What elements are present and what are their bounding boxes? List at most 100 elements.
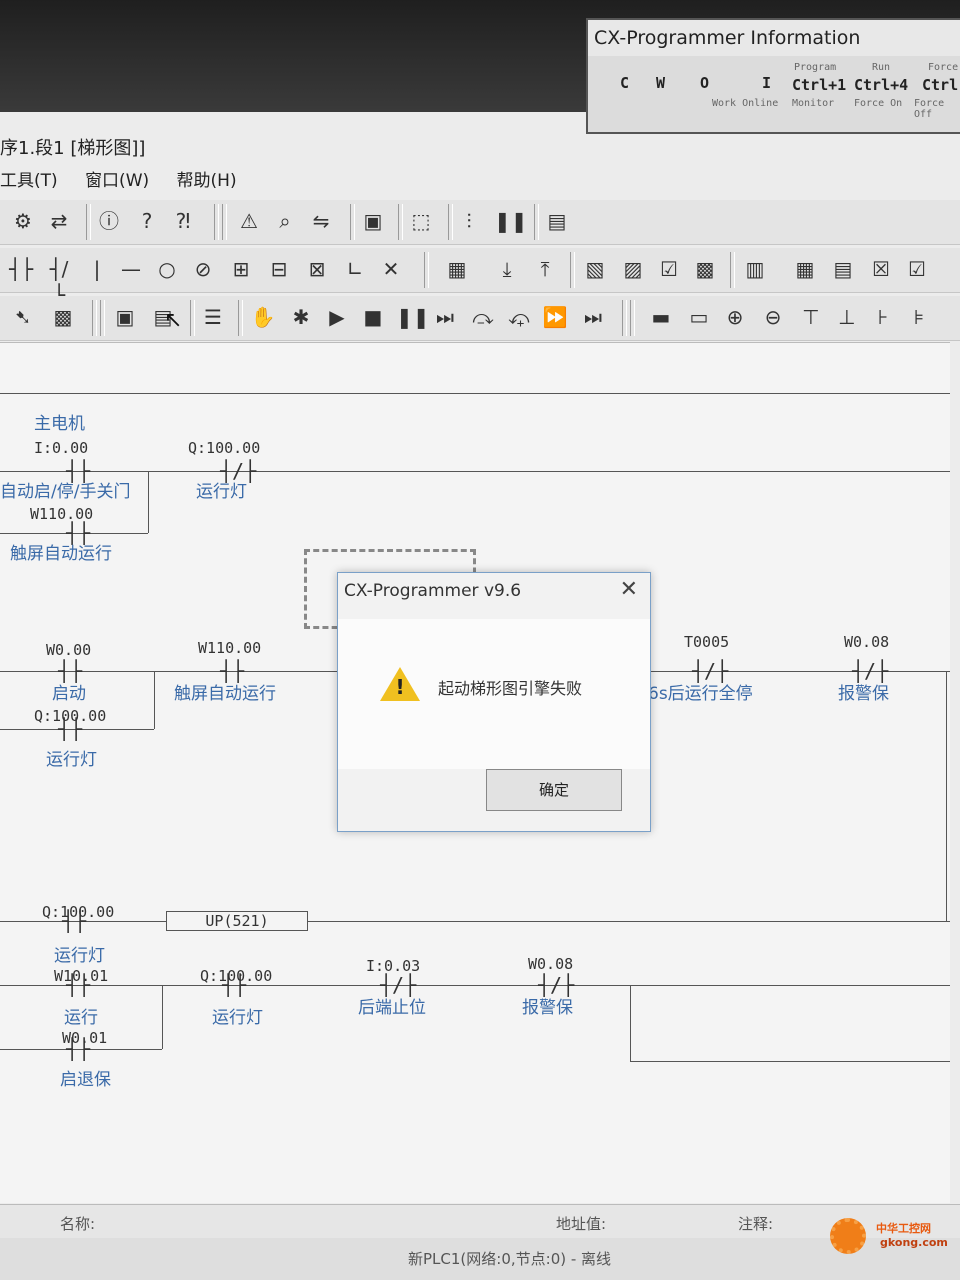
line-icon[interactable]: ∟ [342, 256, 368, 282]
delete-line-icon[interactable]: ✕ [378, 256, 404, 282]
online-icon[interactable]: ⬚ [408, 208, 434, 234]
grid-icon[interactable]: ▩ [50, 304, 76, 330]
rung-down-icon[interactable]: ⊧ [906, 304, 932, 330]
contact-no[interactable]: ┤├ [222, 975, 246, 995]
contact-nc[interactable]: ┤/├ [538, 975, 574, 995]
cross-ref-icon[interactable]: ▤ [830, 256, 856, 282]
list-icon[interactable]: ☰ [200, 304, 226, 330]
step-over-icon[interactable]: ⤼ [470, 304, 496, 330]
scan-icon[interactable]: ⏭ [580, 304, 606, 330]
run-icon[interactable]: ▶ [324, 304, 350, 330]
warning-toolbar-icon[interactable]: ⚠ [236, 208, 262, 234]
help-icon[interactable]: ? [134, 208, 160, 234]
warning-mark-icon: ! [395, 675, 405, 699]
verify-icon[interactable]: ▨ [620, 256, 646, 282]
program-icon[interactable]: ▤ [544, 208, 570, 234]
settings-icon[interactable]: ▩ [692, 256, 718, 282]
download-icon[interactable]: ⤓ [494, 256, 520, 282]
information-panel: CX-Programmer Information C W O I Progra… [586, 18, 960, 134]
contact-no-icon[interactable]: ┤├ [8, 256, 34, 282]
contact-address: I:0.00 [34, 439, 89, 457]
contact-address: W110.00 [198, 639, 262, 657]
contact-no[interactable]: ┤├ [66, 1039, 90, 1059]
edit-icon[interactable]: ☑ [904, 256, 930, 282]
ok-button[interactable]: 确定 [486, 769, 622, 811]
join-icon[interactable]: ⊥ [834, 304, 860, 330]
name-label: 名称: [60, 1215, 96, 1233]
contact-comment: 触屏自动运行 [10, 544, 112, 564]
contact-comment: 运行灯 [54, 946, 105, 966]
instruction-box[interactable]: UP(521) [166, 911, 308, 931]
contact-comment: 报警保 [838, 684, 889, 704]
tool-icon[interactable]: ✱ [288, 304, 314, 330]
compare-icon[interactable]: ▧ [582, 256, 608, 282]
upload-icon[interactable]: ⤒ [532, 256, 558, 282]
rung-up-icon[interactable]: ⊦ [870, 304, 896, 330]
io-table-icon[interactable]: ▦ [792, 256, 818, 282]
hand-icon[interactable]: ✋ [250, 304, 276, 330]
contact-comment: 运行灯 [212, 1008, 263, 1028]
contact-comment: 6s后运行全停 [648, 684, 753, 704]
contact-no[interactable]: ┤├ [58, 661, 82, 681]
info-cell: W [656, 74, 666, 92]
step-in-icon[interactable]: ⏭ [432, 304, 458, 330]
pause-icon[interactable]: ❚❚ [494, 208, 528, 234]
insert-row-icon[interactable]: ⊕ [722, 304, 748, 330]
pause-sim-icon[interactable]: ❚❚ [396, 304, 430, 330]
contact-comment: 自动启/停/手关门 [0, 482, 131, 502]
info-cell: O [700, 74, 710, 92]
contact-no[interactable]: ┤├ [58, 719, 82, 739]
instruction-icon[interactable]: ⊞ [228, 256, 254, 282]
wizard-icon[interactable]: ➷ [10, 304, 36, 330]
gear-icon [830, 1218, 866, 1254]
insert-col-icon[interactable]: ⊖ [760, 304, 786, 330]
contact-comment: 运行灯 [196, 482, 247, 502]
nc-pt-icon[interactable]: ⊠ [304, 256, 330, 282]
contact-comment: 后端止位 [358, 998, 426, 1018]
context-help-icon[interactable]: ⁈ [170, 208, 196, 234]
transfer-icon[interactable]: ⇄ [46, 208, 72, 234]
compile-icon[interactable]: ▣ [360, 208, 386, 234]
step-icon[interactable]: ⫶ [456, 208, 482, 234]
info-cell: Monitor [792, 98, 835, 109]
stop-icon[interactable]: ■ [360, 304, 386, 330]
contact-no[interactable]: ┤├ [62, 911, 86, 931]
block-icon[interactable]: ▬ [648, 304, 674, 330]
connect-icon[interactable]: ⚙ [10, 208, 36, 234]
contact-address: Q:100.00 [188, 439, 261, 457]
contact-no[interactable]: ┤├ [220, 661, 244, 681]
split-icon[interactable]: ⊤ [798, 304, 824, 330]
contact-address: W0.00 [46, 641, 92, 659]
contact-nc[interactable]: ┤/├ [692, 661, 728, 681]
monitor-icon[interactable]: ▦ [444, 256, 470, 282]
contact-no[interactable]: ┤├ [66, 975, 90, 995]
vertical-icon[interactable]: | [84, 256, 110, 282]
contact-nc[interactable]: ┤/├ [852, 661, 888, 681]
status-bar: 新PLC1(网络:0,节点:0) - 离线 [0, 1238, 960, 1280]
menu-help[interactable]: 帮助(H) [177, 166, 237, 196]
menu-window[interactable]: 窗口(W) [85, 166, 149, 196]
block2-icon[interactable]: ▭ [686, 304, 712, 330]
find-icon[interactable]: ⌕ [272, 208, 298, 234]
info-cell: Work Online [712, 98, 779, 109]
close-icon[interactable]: ✕ [620, 577, 638, 602]
info-icon[interactable]: ⓘ [96, 208, 122, 234]
coil-icon[interactable]: ○ [154, 256, 180, 282]
coil-nc-icon[interactable]: ⊘ [190, 256, 216, 282]
step-out-icon[interactable]: ⤽ [506, 304, 532, 330]
menu-tools[interactable]: 工具(T) [0, 166, 58, 196]
memory-icon[interactable]: ▥ [742, 256, 768, 282]
symbol-icon[interactable]: ☒ [868, 256, 894, 282]
contact-nc-icon[interactable]: ┤/├ [46, 256, 72, 307]
info-cell: Force On [854, 98, 903, 109]
edit-status-bar: 名称: 地址值: 注释: [0, 1204, 960, 1239]
continuous-icon[interactable]: ⏩ [542, 304, 568, 330]
dialog-title: CX-Programmer v9.6 [344, 581, 522, 601]
horizontal-icon[interactable]: — [118, 256, 144, 282]
replace-icon[interactable]: ⇋ [308, 208, 334, 234]
toolbar-ladder: ┤├ ┤/├ | — ○ ⊘ ⊞ ⊟ ⊠ ∟ ✕ ▦ ⤓ ⤒ ▧ ▨ ☑ ▩ ▥… [0, 248, 960, 307]
pt-contact-icon[interactable]: ⊟ [266, 256, 292, 282]
window-icon[interactable]: ▣ [112, 304, 138, 330]
contact-nc[interactable]: ┤/├ [380, 975, 416, 995]
check-icon[interactable]: ☑ [656, 256, 682, 282]
